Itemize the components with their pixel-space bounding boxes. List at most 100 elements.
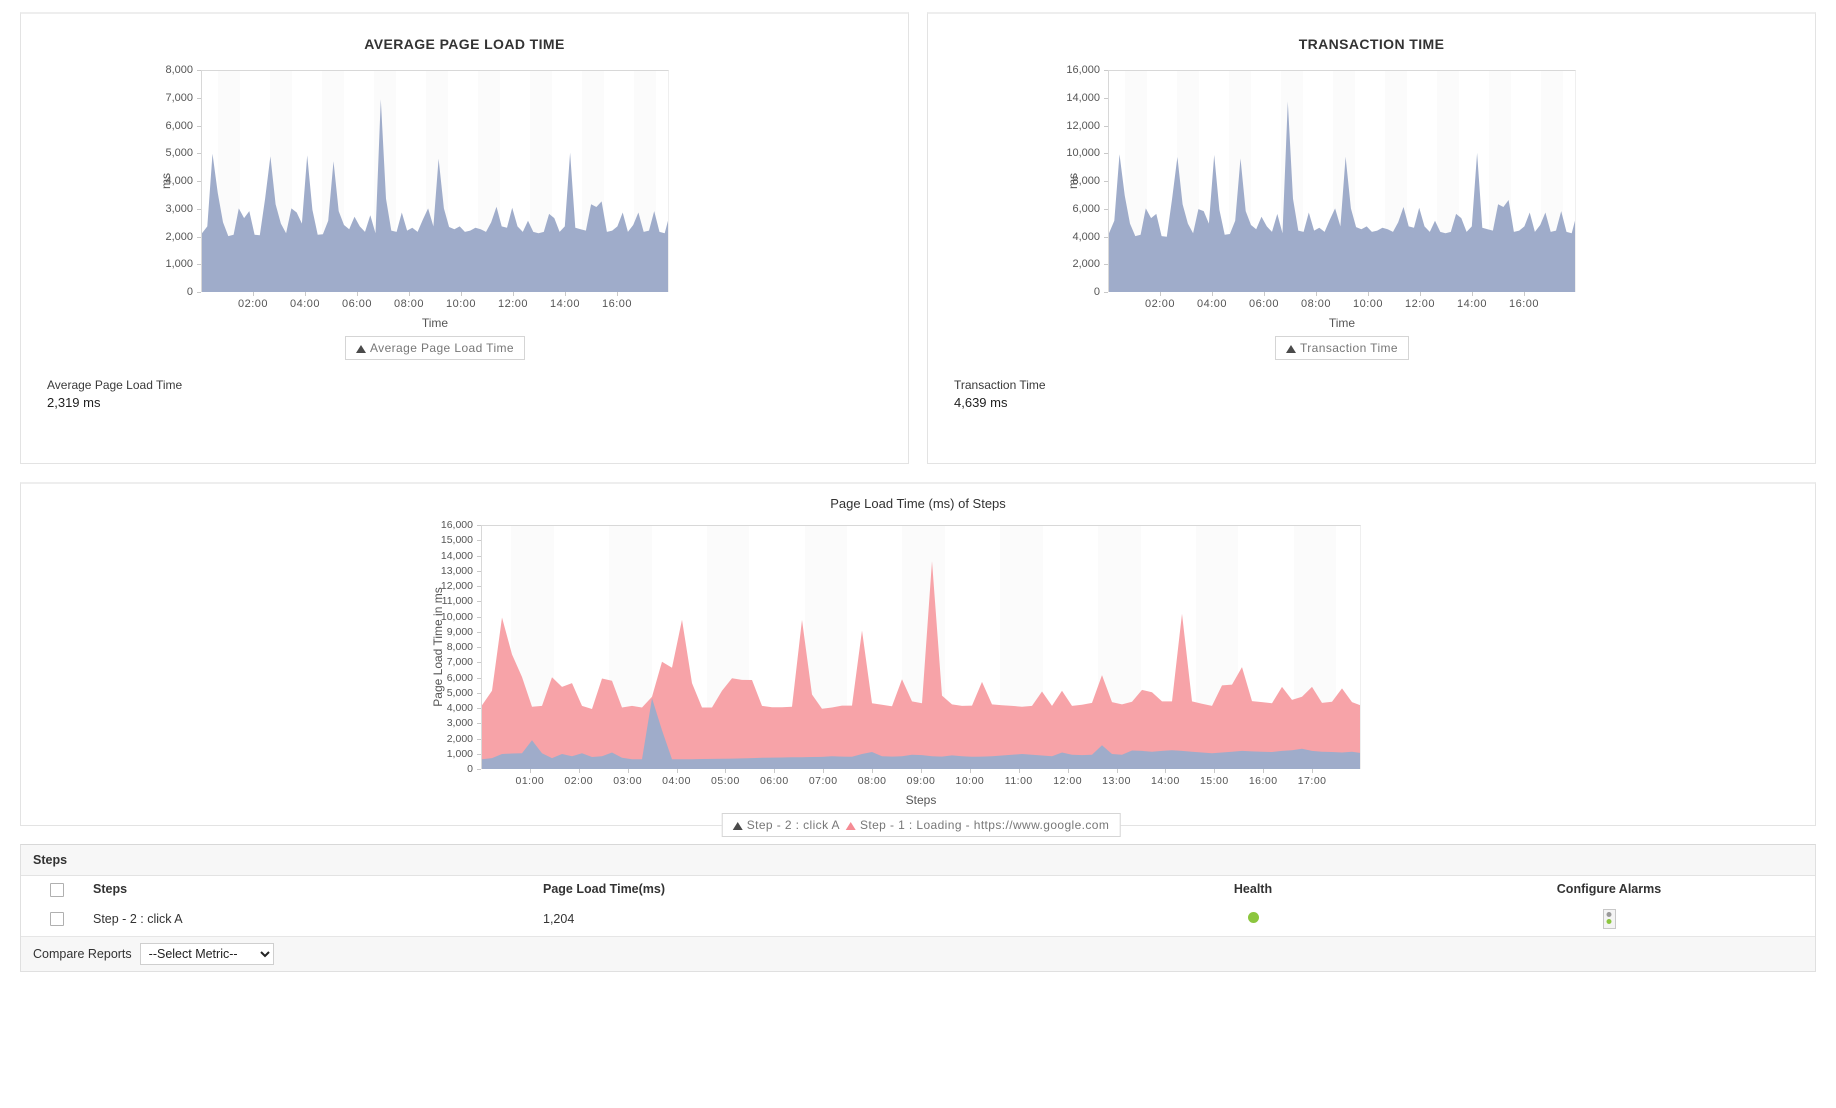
x-axis-tick-label: 08:00	[858, 775, 887, 787]
step-page-load-time: 1,204	[543, 903, 1103, 935]
row-checkbox[interactable]	[50, 912, 64, 926]
x-axis-tick	[305, 292, 306, 296]
steps-chart-title: Page Load Time (ms) of Steps	[21, 484, 1815, 511]
table-header-row: Steps Page Load Time(ms) Health Configur…	[21, 876, 1815, 903]
x-axis-tick	[823, 769, 824, 773]
y-axis-tick	[477, 739, 481, 740]
y-axis-tick-label: 8,000	[1008, 175, 1100, 187]
x-axis-tick	[1212, 292, 1213, 296]
transaction-time-title: TRANSACTION TIME	[928, 14, 1815, 52]
x-axis-tick	[253, 292, 254, 296]
average-page-load-time-chart: 01,0002,0003,0004,0005,0006,0007,0008,00…	[101, 52, 741, 382]
x-axis-tick-label: 02:00	[564, 775, 593, 787]
x-axis-tick-label: 04:00	[290, 298, 320, 310]
y-axis-tick-label: 1,000	[101, 258, 193, 270]
x-axis-tick-label: 07:00	[809, 775, 838, 787]
y-axis-tick-label: 4,000	[1008, 231, 1100, 243]
x-axis-title: Steps	[906, 793, 937, 807]
chart-legend[interactable]: Average Page Load Time	[345, 336, 525, 360]
x-axis-tick-label: 15:00	[1200, 775, 1229, 787]
x-axis-tick	[409, 292, 410, 296]
x-axis-tick	[1312, 769, 1313, 773]
y-axis-tick-label: 14,000	[393, 550, 473, 562]
x-axis-tick-label: 11:00	[1005, 775, 1033, 787]
y-axis-tick	[197, 264, 201, 265]
x-axis-tick	[513, 292, 514, 296]
x-axis-tick-label: 14:00	[1151, 775, 1180, 787]
table-row[interactable]: Step - 2 : click A 1,204	[21, 903, 1815, 935]
y-axis-tick	[1104, 98, 1108, 99]
y-axis-tick-label: 16,000	[1008, 64, 1100, 76]
area-series	[202, 99, 669, 292]
page-load-time-of-steps-chart: 01,0002,0003,0004,0005,0006,0007,0008,00…	[393, 511, 1453, 811]
y-axis-tick	[197, 70, 201, 71]
y-axis-tick-label: 13,000	[393, 565, 473, 577]
x-axis-tick-label: 03:00	[613, 775, 642, 787]
y-axis-tick	[477, 693, 481, 694]
y-axis-tick-label: 2,000	[393, 733, 473, 745]
x-axis-tick	[921, 769, 922, 773]
x-axis-tick-label: 17:00	[1298, 775, 1327, 787]
compare-metric-select[interactable]: --Select Metric--	[140, 943, 274, 965]
y-axis-tick-label: 14,000	[1008, 92, 1100, 104]
x-axis-tick	[1524, 292, 1525, 296]
legend-item[interactable]: Step - 1 : Loading - https://www.google.…	[846, 818, 1109, 832]
column-header-configure-alarms: Configure Alarms	[1403, 876, 1815, 903]
legend-item[interactable]: Average Page Load Time	[356, 341, 514, 355]
select-all-checkbox[interactable]	[50, 883, 64, 897]
x-axis-tick	[725, 769, 726, 773]
chart-legend[interactable]: Transaction Time	[1275, 336, 1409, 360]
legend-item[interactable]: Step - 2 : click A	[733, 818, 840, 832]
x-axis-tick	[1368, 292, 1369, 296]
series-layer	[482, 526, 1361, 769]
y-axis-tick	[1104, 153, 1108, 154]
area-series-step-1	[482, 561, 1361, 769]
y-axis-tick-label: 0	[393, 763, 473, 775]
transaction-time-panel: TRANSACTION TIME 02,0004,0006,0008,00010…	[927, 12, 1816, 464]
steps-table-panel: Steps Steps Page Load Time(ms) Health Co…	[20, 844, 1816, 972]
x-axis-tick	[628, 769, 629, 773]
y-axis-tick	[477, 708, 481, 709]
y-axis-tick	[477, 540, 481, 541]
y-axis-tick-label: 2,000	[1008, 258, 1100, 270]
y-axis-tick	[1104, 181, 1108, 182]
configure-alarm-icon[interactable]	[1603, 909, 1616, 929]
x-axis-tick	[579, 769, 580, 773]
x-axis-tick-label: 10:00	[955, 775, 984, 787]
y-axis-tick	[197, 126, 201, 127]
compare-reports-label: Compare Reports	[33, 947, 132, 961]
x-axis-tick-label: 06:00	[760, 775, 789, 787]
x-axis-tick-label: 08:00	[394, 298, 424, 310]
x-axis-tick	[872, 769, 873, 773]
legend-label: Transaction Time	[1300, 341, 1398, 355]
x-axis-tick-label: 05:00	[711, 775, 740, 787]
x-axis-tick	[1117, 769, 1118, 773]
x-axis-tick	[1068, 769, 1069, 773]
y-axis-tick	[477, 556, 481, 557]
chart-legend[interactable]: Step - 2 : click A Step - 1 : Loading - h…	[722, 813, 1121, 837]
y-axis-tick	[197, 98, 201, 99]
y-axis-tick-label: 3,000	[393, 717, 473, 729]
x-axis-tick-label: 14:00	[1457, 298, 1487, 310]
x-axis-tick-label: 08:00	[1301, 298, 1331, 310]
y-axis-tick	[197, 181, 201, 182]
x-axis-tick-label: 01:00	[515, 775, 544, 787]
y-axis-tick	[197, 237, 201, 238]
top-charts-row: AVERAGE PAGE LOAD TIME 01,0002,0003,0004…	[0, 0, 1836, 464]
legend-label: Step - 1 : Loading - https://www.google.…	[860, 818, 1109, 832]
x-axis-tick	[461, 292, 462, 296]
x-axis-tick-label: 13:00	[1102, 775, 1131, 787]
x-axis-tick	[1420, 292, 1421, 296]
legend-item[interactable]: Transaction Time	[1286, 341, 1398, 355]
average-page-load-time-title: AVERAGE PAGE LOAD TIME	[21, 14, 908, 52]
x-axis-tick	[617, 292, 618, 296]
y-axis-tick	[477, 525, 481, 526]
legend-label: Step - 2 : click A	[747, 818, 840, 832]
transaction-time-chart: 02,0004,0006,0008,00010,00012,00014,0001…	[1008, 52, 1648, 382]
x-axis-tick	[1316, 292, 1317, 296]
y-axis-tick	[1104, 237, 1108, 238]
y-axis-tick-label: 6,000	[101, 120, 193, 132]
y-axis-tick	[477, 586, 481, 587]
x-axis-tick-label: 10:00	[1353, 298, 1383, 310]
x-axis-tick	[1214, 769, 1215, 773]
